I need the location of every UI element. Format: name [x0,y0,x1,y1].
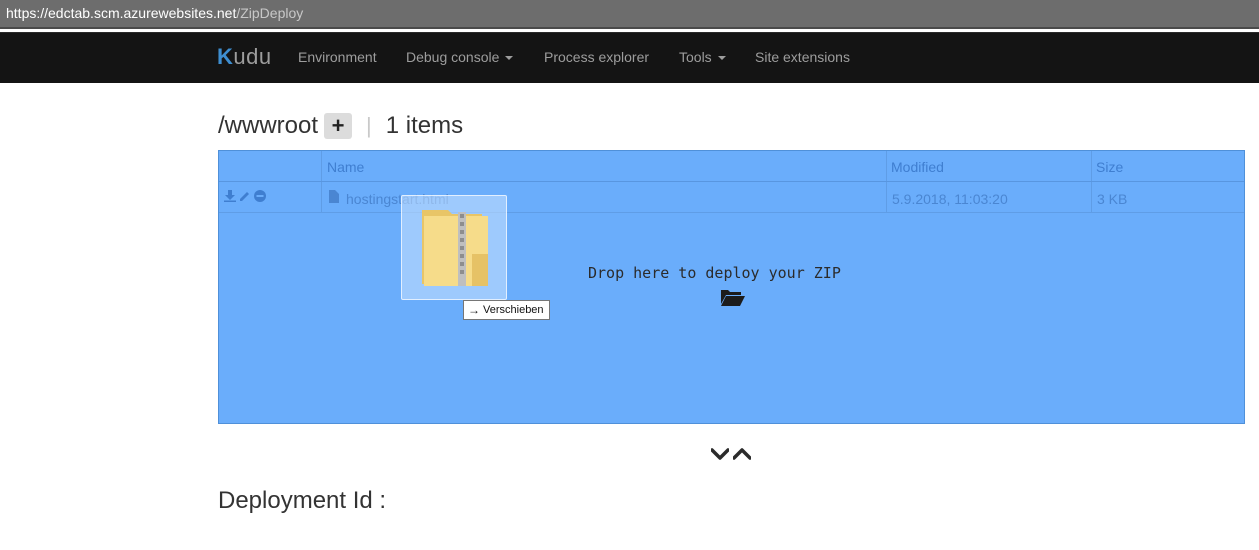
column-divider [886,151,887,181]
nav-debug-console[interactable]: Debug console [406,49,514,65]
column-divider [321,151,322,181]
drag-tooltip: → Verschieben [463,300,550,320]
url-host: https://edctab.scm.azurewebsites.net [6,5,237,21]
kudu-logo-mark: K [217,44,234,69]
drop-message: Drop here to deploy your ZIP [588,264,841,282]
file-icon [329,190,339,203]
deployment-id-label: Deployment Id : [218,487,387,514]
nav-environment-label: Environment [298,49,377,65]
drag-preview [401,195,507,300]
nav-process-explorer-label: Process explorer [544,49,650,65]
nav-process-explorer[interactable]: Process explorer [544,49,649,65]
add-button[interactable]: + [324,113,353,139]
nav-tools-label: Tools [679,49,712,65]
nav-site-extensions-label: Site extensions [755,49,850,65]
caret-down-icon [505,56,514,61]
nav-debug-console-label: Debug console [406,49,500,65]
path-header: /wwwroot + | 1 items [218,111,463,141]
remove-icon[interactable] [254,190,266,202]
kudu-logo[interactable]: Kudu [217,44,272,70]
nav-site-extensions[interactable]: Site extensions [755,49,850,65]
column-header-size[interactable]: Size [1096,159,1123,175]
file-size: 3 KB [1097,191,1128,207]
browser-address-bar[interactable]: https://edctab.scm.azurewebsites.net/Zip… [0,0,1259,29]
nav-environment[interactable]: Environment [298,49,377,65]
nav-tools[interactable]: Tools [679,49,726,65]
row-actions [224,190,266,202]
pencil-icon[interactable] [239,190,251,202]
table-header: Name Modified Size [219,151,1244,182]
url-path: /ZipDeploy [236,5,304,21]
zip-folder-icon [422,210,488,286]
file-modified: 5.9.2018, 11:03:20 [892,191,1008,207]
column-divider [1091,151,1092,181]
download-icon[interactable] [224,190,236,202]
kudu-logo-text: udu [233,44,272,69]
chevron-down-icon[interactable] [711,448,729,460]
separator: | [366,113,372,138]
chevron-up-icon[interactable] [733,448,751,460]
folder-open-icon [721,290,745,306]
drag-tooltip-label: Verschieben [483,304,544,316]
column-divider [321,182,322,212]
arrow-right-icon: → [468,303,480,317]
url-text[interactable]: https://edctab.scm.azurewebsites.net/Zip… [6,5,303,21]
kudu-navbar: Kudu Environment Debug console Process e… [0,32,1259,83]
column-header-modified[interactable]: Modified [891,159,944,175]
caret-down-icon [717,56,726,61]
file-dropzone[interactable]: Name Modified Size hostingstart.html 5.9… [218,150,1245,424]
table-row[interactable]: hostingstart.html 5.9.2018, 11:03:20 3 K… [219,182,1244,213]
item-count: 1 items [385,112,464,139]
column-divider [886,182,887,212]
current-path[interactable]: /wwwroot [218,112,318,140]
column-header-name[interactable]: Name [327,159,364,175]
column-divider [1091,182,1092,212]
